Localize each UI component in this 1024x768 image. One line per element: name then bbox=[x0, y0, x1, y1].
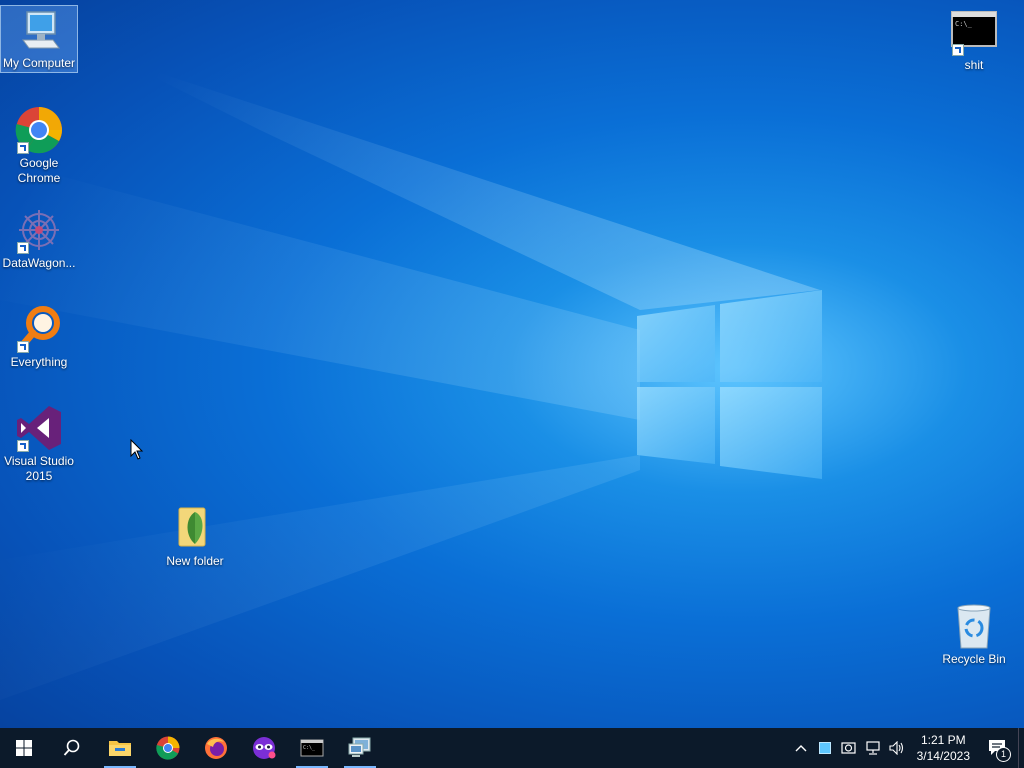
desktop-icon-shit[interactable]: C:\_ shit bbox=[936, 8, 1012, 73]
volume-button[interactable] bbox=[885, 728, 909, 768]
desktop-icon-label: Everything bbox=[10, 355, 68, 369]
chrome-icon bbox=[15, 106, 63, 154]
windows-logo-icon bbox=[16, 740, 32, 756]
desktop-icon-google-chrome[interactable]: Google Chrome bbox=[1, 106, 77, 186]
desktop-icon-label: DataWagon... bbox=[2, 256, 76, 270]
action-center-button[interactable]: 1 bbox=[978, 728, 1018, 768]
shortcut-arrow-icon bbox=[17, 142, 29, 154]
desktop-icon-label: Recycle Bin bbox=[942, 652, 1006, 666]
desktop-icon-new-folder[interactable]: New folder bbox=[157, 504, 233, 569]
folder-icon bbox=[109, 741, 131, 756]
clock-date: 3/14/2023 bbox=[916, 749, 970, 763]
network-button[interactable] bbox=[861, 728, 885, 768]
desktop-icon-label: New folder bbox=[166, 554, 224, 568]
command-prompt-button[interactable]: C:\_ bbox=[288, 728, 336, 768]
file-explorer-button[interactable] bbox=[96, 728, 144, 768]
desktop-icon-label: shit bbox=[964, 58, 984, 72]
desktop-icon-label: Visual Studio 2015 bbox=[4, 454, 74, 483]
firefox-button[interactable] bbox=[192, 728, 240, 768]
shortcut-arrow-icon bbox=[952, 44, 964, 56]
square-app-icon bbox=[818, 742, 831, 754]
network-icon bbox=[866, 741, 880, 755]
show-desktop-button[interactable] bbox=[1018, 728, 1024, 768]
desktop-icon-recycle-bin[interactable]: Recycle Bin bbox=[936, 602, 1012, 667]
security-status-icon bbox=[841, 742, 856, 754]
visual-studio-icon bbox=[15, 404, 63, 452]
clock[interactable]: 1:21 PM 3/14/2023 bbox=[909, 732, 978, 764]
windows-logo-wallpaper bbox=[637, 290, 822, 479]
svg-text:C:\_: C:\_ bbox=[303, 745, 316, 751]
clock-time: 1:21 PM bbox=[920, 733, 966, 747]
terminal-icon: C:\_ bbox=[950, 8, 998, 56]
remote-desktop-icon bbox=[348, 737, 371, 757]
svg-text:C:\_: C:\_ bbox=[955, 20, 973, 28]
remote-desktop-button[interactable] bbox=[336, 728, 384, 768]
mask-icon bbox=[253, 737, 276, 759]
recycle-bin-icon bbox=[950, 602, 998, 650]
firefox-icon bbox=[205, 737, 227, 759]
chrome-icon bbox=[156, 736, 180, 760]
chevron-up-icon bbox=[795, 745, 807, 752]
desktop-icon-datawagon[interactable]: DataWagon... bbox=[1, 206, 77, 271]
shortcut-arrow-icon bbox=[17, 341, 29, 353]
shortcut-arrow-icon bbox=[17, 440, 29, 452]
system-tray: 1:21 PM 3/14/2023 1 bbox=[789, 728, 1024, 768]
datawagon-icon bbox=[15, 206, 63, 254]
search-button[interactable] bbox=[48, 728, 96, 768]
taskbar: C:\_ 1:21 PM 3/14/2023 1 bbox=[0, 728, 1024, 768]
mouse-cursor-icon bbox=[130, 439, 144, 460]
wallpaper bbox=[0, 60, 822, 700]
speaker-icon bbox=[889, 741, 903, 755]
private-browser-button[interactable] bbox=[240, 728, 288, 768]
show-hidden-icons-button[interactable] bbox=[789, 728, 813, 768]
search-icon bbox=[63, 739, 80, 756]
desktop-icon-everything[interactable]: Everything bbox=[1, 305, 77, 370]
desktop-icon-label: My Computer bbox=[2, 56, 76, 70]
terminal-icon: C:\_ bbox=[300, 739, 324, 757]
start-button[interactable] bbox=[0, 728, 48, 768]
chrome-button[interactable] bbox=[144, 728, 192, 768]
folder-icon bbox=[171, 504, 219, 552]
desktop-icon-my-computer[interactable]: My Computer bbox=[0, 5, 78, 73]
desktop-icon-visual-studio-2015[interactable]: Visual Studio 2015 bbox=[1, 404, 77, 484]
computer-icon bbox=[15, 6, 63, 54]
tray-security-button[interactable] bbox=[837, 728, 861, 768]
shortcut-arrow-icon bbox=[17, 242, 29, 254]
notification-count-badge: 1 bbox=[996, 747, 1011, 762]
tray-app-button[interactable] bbox=[813, 728, 837, 768]
desktop-icon-label: Google Chrome bbox=[17, 156, 61, 185]
magnifier-icon bbox=[15, 305, 63, 353]
